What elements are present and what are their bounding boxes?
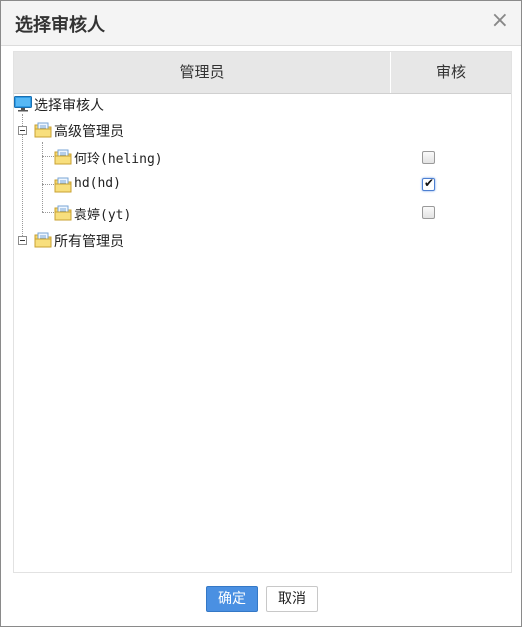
collapse-toggle-icon[interactable] bbox=[18, 126, 27, 135]
monitor-icon bbox=[14, 96, 32, 112]
cancel-button[interactable]: 取消 bbox=[266, 586, 318, 612]
tree-item-label: 何玲(heling) bbox=[74, 152, 163, 167]
folder-icon bbox=[34, 122, 52, 138]
confirm-button[interactable]: 确定 bbox=[206, 586, 258, 612]
tree-item-label: 袁婷(yt) bbox=[74, 208, 132, 223]
reviewer-table: 管理员 审核 选择审核人 高级管理员 何玲(heling) hd(hd) 袁婷(… bbox=[13, 51, 512, 573]
tree-root-label: 选择审核人 bbox=[34, 98, 104, 114]
folder-icon bbox=[34, 232, 52, 248]
select-reviewer-dialog: 选择审核人 × 管理员 审核 选择审核人 高级管理员 何玲(heling) hd… bbox=[0, 0, 522, 627]
audit-checkbox-heling[interactable] bbox=[422, 151, 435, 164]
audit-checkbox-yt[interactable] bbox=[422, 206, 435, 219]
column-header-manager: 管理员 bbox=[14, 52, 391, 93]
collapse-toggle-icon[interactable] bbox=[18, 236, 27, 245]
tree-group-label: 高级管理员 bbox=[54, 124, 124, 140]
audit-checkbox-hd[interactable] bbox=[422, 176, 435, 191]
dialog-titlebar: 选择审核人 × bbox=[1, 1, 521, 46]
tree-item-label: hd(hd) bbox=[74, 176, 121, 191]
close-icon[interactable]: × bbox=[491, 9, 509, 33]
folder-icon bbox=[54, 149, 72, 165]
tree-connector bbox=[42, 142, 43, 212]
folder-icon bbox=[54, 177, 72, 193]
table-header: 管理员 审核 bbox=[14, 52, 511, 94]
folder-icon bbox=[54, 205, 72, 221]
dialog-title: 选择审核人 bbox=[15, 15, 105, 36]
tree-group-label: 所有管理员 bbox=[54, 234, 124, 250]
column-header-audit: 审核 bbox=[435, 63, 466, 81]
